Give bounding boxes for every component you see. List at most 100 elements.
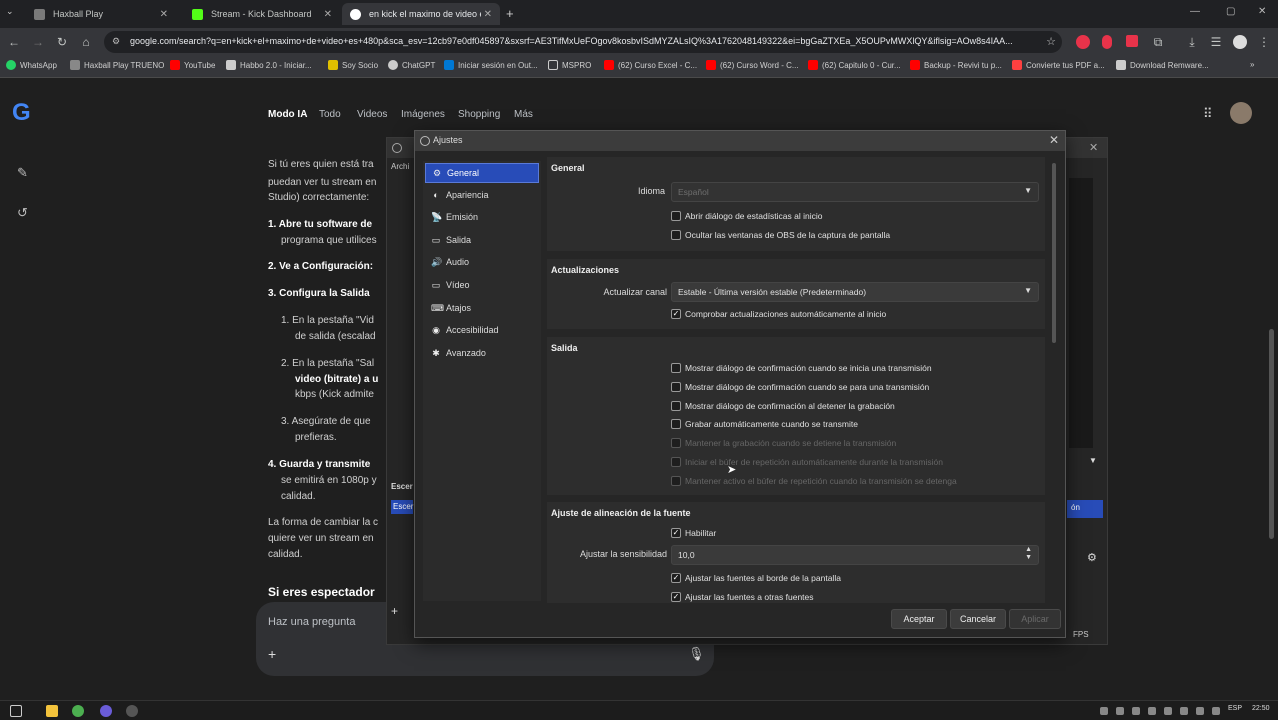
tray-icon[interactable] <box>1148 707 1156 715</box>
extension-icon[interactable] <box>1102 35 1112 49</box>
minimize-icon[interactable]: — <box>1190 6 1200 17</box>
bookmark-item[interactable]: Habbo 2.0 - Iniciar... <box>226 60 312 70</box>
auto-update-checkbox[interactable]: ✓ Comprobar actualizaciones automáticamen… <box>671 309 886 319</box>
sidebar-item-general[interactable]: ⚙ General <box>425 163 539 183</box>
reload-icon[interactable]: ↻ <box>54 34 70 50</box>
tab-google-search[interactable]: en kick el maximo de video es 4 ✕ <box>342 3 500 25</box>
app-icon[interactable] <box>100 705 112 717</box>
checkbox-box[interactable]: ✓ <box>671 309 681 319</box>
edit-icon[interactable]: ✎ <box>17 165 28 181</box>
bookmark-item[interactable]: Backup - Revivi tu p... <box>910 60 1002 70</box>
download-icon[interactable]: ⤓ <box>1184 34 1200 50</box>
dialog-close-icon[interactable]: ✕ <box>1049 133 1059 147</box>
new-tab-button[interactable]: + <box>506 6 514 21</box>
bookmark-star-icon[interactable]: ☆ <box>1046 35 1056 48</box>
microphone-icon[interactable]: 🎙 <box>688 646 705 662</box>
close-tab-icon[interactable]: ✕ <box>160 9 168 20</box>
ask-input[interactable]: Haz una pregunta <box>268 616 355 628</box>
sensitivity-spinbox[interactable]: 10,0 ▲ ▼ <box>671 545 1039 565</box>
tray-icon[interactable] <box>1116 707 1124 715</box>
cancel-button[interactable]: Cancelar <box>950 609 1006 629</box>
obs-dropdown-arrow-icon[interactable]: ▼ <box>1089 456 1097 465</box>
confirm-start-stream-checkbox[interactable]: Mostrar diálogo de confirmación cuando s… <box>671 363 932 373</box>
sidebar-item-audio[interactable]: 🔊 Audio <box>425 252 539 272</box>
scrollbar-thumb[interactable] <box>1269 329 1274 539</box>
forward-icon[interactable]: → <box>30 34 46 50</box>
home-icon[interactable]: ⌂ <box>78 34 94 50</box>
tray-icon[interactable] <box>1164 707 1172 715</box>
snap-other-sources-checkbox[interactable]: ✓ Ajustar las fuentes a otras fuentes <box>671 592 814 602</box>
bookmark-item[interactable]: MSPRO <box>548 60 591 70</box>
obs-menu-archivo[interactable]: Archi <box>391 162 409 171</box>
input-language[interactable]: ESP <box>1228 705 1242 712</box>
checkbox-box[interactable] <box>671 401 681 411</box>
snapping-enable-checkbox[interactable]: ✓ Habilitar <box>671 528 716 538</box>
tray-icon[interactable] <box>1180 707 1188 715</box>
sidebar-item-emision[interactable]: 📡 Emisión <box>425 207 539 227</box>
bookmark-item[interactable]: Soy Socio <box>328 60 378 70</box>
obs-close-icon[interactable]: ✕ <box>1089 141 1098 154</box>
obs-start-button[interactable]: ón <box>1067 500 1103 518</box>
checkbox-box[interactable] <box>671 382 681 392</box>
apps-grid-icon[interactable]: ⠿ <box>1203 106 1213 122</box>
menu-dots-icon[interactable]: ⋮ <box>1256 34 1272 50</box>
bookmark-item[interactable]: Iniciar sesión en Out... <box>444 60 538 70</box>
bookmark-item[interactable]: (62) Curso Word - C... <box>706 60 799 70</box>
checkbox-box[interactable] <box>671 230 681 240</box>
tab-search-icon[interactable]: ⌄ <box>6 6 20 20</box>
sidebar-icon[interactable]: ☰ <box>1208 34 1224 50</box>
language-select[interactable]: Español ▼ <box>671 182 1039 202</box>
site-info-icon[interactable]: ⚙ <box>112 36 120 47</box>
settings-scrollbar[interactable] <box>1051 161 1057 601</box>
scrollbar-thumb[interactable] <box>1052 163 1056 343</box>
nav-videos[interactable]: Videos <box>357 109 387 120</box>
obs-scene-item[interactable]: Escer <box>391 500 413 514</box>
bookmark-item[interactable]: YouTube <box>170 60 215 70</box>
nav-modo-ia[interactable]: Modo IA <box>268 109 307 120</box>
more-bookmarks-icon[interactable]: » <box>1250 60 1254 69</box>
stats-dialog-checkbox[interactable]: Abrir diálogo de estadísticas al inicio <box>671 211 823 221</box>
checkbox-box[interactable]: ✓ <box>671 573 681 583</box>
tray-icon[interactable] <box>1212 707 1220 715</box>
sidebar-item-video[interactable]: ▭ Vídeo <box>425 275 539 295</box>
bookmark-item[interactable]: (62) Curso Excel - C... <box>604 60 697 70</box>
tab-kick-dashboard[interactable]: Stream - Kick Dashboard ✕ <box>184 3 340 25</box>
sidebar-item-avanzado[interactable]: ✱ Avanzado <box>425 343 539 363</box>
sidebar-item-accesibilidad[interactable]: ◉ Accesibilidad <box>425 320 539 340</box>
nav-imagenes[interactable]: Imágenes <box>401 109 445 120</box>
back-icon[interactable]: ← <box>6 34 22 50</box>
history-icon[interactable]: ↺ <box>17 205 28 221</box>
checkbox-box[interactable]: ✓ <box>671 528 681 538</box>
checkbox-box[interactable] <box>671 211 681 221</box>
auto-record-checkbox[interactable]: Grabar automáticamente cuando se transmi… <box>671 419 858 429</box>
checkbox-box[interactable]: ✓ <box>671 592 681 602</box>
address-bar[interactable]: ⚙ google.com/search?q=en+kick+el+maximo+… <box>104 31 1062 53</box>
bookmark-item[interactable]: Haxball Play TRUENO <box>70 60 164 70</box>
chrome-icon[interactable] <box>72 705 84 717</box>
sidebar-item-apariencia[interactable]: ◐ Apariencia <box>425 185 539 205</box>
close-tab-icon[interactable]: ✕ <box>484 9 492 20</box>
accept-button[interactable]: Aceptar <box>891 609 947 629</box>
tray-icon[interactable] <box>1100 707 1108 715</box>
bookmark-item[interactable]: Download Remware... <box>1116 60 1209 70</box>
clock[interactable]: 22:50 <box>1252 705 1270 712</box>
obs-add-scene-button[interactable]: + <box>391 604 398 618</box>
close-tab-icon[interactable]: ✕ <box>324 9 332 20</box>
bookmark-item[interactable]: ChatGPT <box>388 60 435 70</box>
confirm-stop-stream-checkbox[interactable]: Mostrar diálogo de confirmación cuando s… <box>671 382 929 392</box>
google-logo[interactable]: G <box>12 99 31 127</box>
file-explorer-icon[interactable] <box>46 705 58 717</box>
nav-mas[interactable]: Más <box>514 109 533 120</box>
checkbox-box[interactable] <box>671 419 681 429</box>
extensions-puzzle-icon[interactable]: ⧉ <box>1150 34 1166 50</box>
hide-obs-checkbox[interactable]: Ocultar las ventanas de OBS de la captur… <box>671 230 890 240</box>
spin-arrows-icon[interactable]: ▲ ▼ <box>1025 546 1032 562</box>
bookmark-item[interactable]: Convierte tus PDF a... <box>1012 60 1105 70</box>
add-attachment-button[interactable]: + <box>268 646 276 662</box>
windows-start-icon[interactable] <box>10 705 22 717</box>
confirm-stop-recording-checkbox[interactable]: Mostrar diálogo de confirmación al deten… <box>671 401 895 411</box>
nav-shopping[interactable]: Shopping <box>458 109 500 120</box>
obs-icon[interactable] <box>126 705 138 717</box>
snap-screen-edge-checkbox[interactable]: ✓ Ajustar las fuentes al borde de la pant… <box>671 573 841 583</box>
obs-gear-icon[interactable]: ⚙ <box>1087 551 1097 564</box>
